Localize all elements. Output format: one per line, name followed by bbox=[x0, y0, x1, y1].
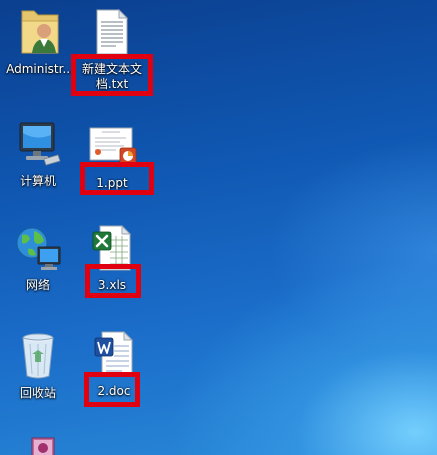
desktop-icon-label: 回收站 bbox=[19, 386, 56, 400]
desktop-icon-recycle-bin[interactable]: 回收站 bbox=[0, 330, 76, 420]
highlight-box-new-text-document bbox=[71, 54, 153, 96]
access-app-icon bbox=[20, 432, 64, 455]
desktop-icon-network[interactable]: 网络 bbox=[0, 222, 76, 312]
text-document-icon bbox=[86, 6, 138, 58]
user-folder-icon bbox=[14, 6, 66, 58]
desktop-icon-label: 计算机 bbox=[19, 174, 56, 188]
network-globe-icon bbox=[12, 222, 64, 274]
desktop-icon-administrator[interactable]: Administr... bbox=[2, 6, 78, 96]
desktop: Administr... 新建文本文档.txt 计算机 1.ppt 网络 3.x… bbox=[0, 0, 437, 455]
desktop-icon-partial[interactable] bbox=[4, 432, 80, 455]
recycle-bin-icon bbox=[12, 330, 64, 382]
desktop-icon-label: Administr... bbox=[6, 62, 74, 76]
desktop-icon-computer[interactable]: 计算机 bbox=[0, 118, 76, 208]
highlight-box-xls bbox=[85, 264, 141, 298]
highlight-box-ppt bbox=[80, 162, 154, 195]
computer-icon bbox=[12, 118, 64, 170]
desktop-icon-label: 网络 bbox=[25, 278, 50, 292]
highlight-box-doc bbox=[84, 372, 140, 407]
